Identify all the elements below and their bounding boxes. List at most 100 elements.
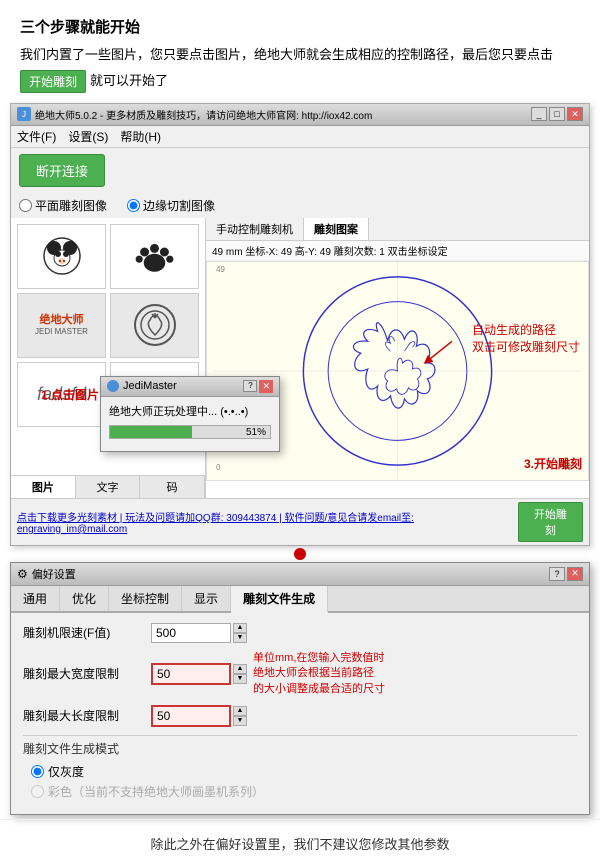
pref-tab-coordinate[interactable]: 坐标控制	[109, 586, 182, 611]
window-title: 绝地大师5.0.2 - 更多材质及雕刻技巧，请访问绝地大师官网: http://…	[35, 107, 372, 122]
thumbnail-circle-logo[interactable]	[110, 293, 199, 358]
pref-input-width-container: ▲ ▼ 单位mm,在您输入完数值时绝地大师会根据当前路径的大小调整成最合适的尺寸	[151, 651, 577, 697]
radio-edge-cut[interactable]: 边缘切割图像	[127, 197, 215, 214]
thumbnail-jedimaster[interactable]: 绝地大师 JEDI MASTER	[17, 293, 106, 358]
top-desc-before: 我们内置了一些图片，您只要点击图片，绝地大师就会生成相应的控制路径，最后您只要点…	[20, 45, 553, 66]
top-description: 我们内置了一些图片，您只要点击图片，绝地大师就会生成相应的控制路径，最后您只要点…	[20, 45, 580, 93]
app-window: J 绝地大师5.0.2 - 更多材质及雕刻技巧，请访问绝地大师官网: http:…	[10, 103, 590, 546]
svg-text:49: 49	[216, 265, 225, 274]
pref-input-length-container: ▲ ▼	[151, 705, 577, 727]
connector-dot	[294, 548, 306, 560]
pref-spin-length: ▲ ▼	[233, 706, 247, 726]
pref-label-max-width: 雕刻最大宽度限制	[23, 665, 143, 682]
tab-images[interactable]: 图片	[11, 476, 76, 498]
progress-bar-fill	[110, 426, 192, 438]
menu-file[interactable]: 文件(F)	[17, 128, 56, 145]
pref-tab-general[interactable]: 通用	[11, 586, 60, 611]
inline-start-engrave-button[interactable]: 开始雕刻	[20, 70, 86, 93]
step3-label: 3.开始雕刻	[524, 455, 582, 472]
radio-flat-engrave[interactable]: 平面雕刻图像	[19, 197, 107, 214]
progress-bar-container: 51%	[109, 425, 271, 439]
top-desc-after: 就可以开始了	[90, 71, 168, 92]
right-panel: 手动控制雕刻机 雕刻图案 49 mm 坐标-X: 49 高-Y: 49 雕刻次数…	[206, 218, 589, 498]
pref-tab-engrave-file[interactable]: 雕刻文件生成	[231, 586, 328, 613]
pref-row-max-length: 雕刻最大长度限制 ▲ ▼	[23, 705, 577, 727]
window-titlebar: J 绝地大师5.0.2 - 更多材质及雕刻技巧，请访问绝地大师官网: http:…	[11, 104, 589, 126]
menu-settings[interactable]: 设置(S)	[68, 128, 108, 145]
circle-logo-svg	[130, 300, 180, 350]
connect-button[interactable]: 断开连接	[19, 154, 105, 187]
coordinate-display: 49 mm 坐标-X: 49 高-Y: 49 雕刻次数: 1 双击坐标设定	[212, 243, 448, 258]
left-panel: 绝地大师 JEDI MASTER	[11, 218, 206, 498]
tab-code[interactable]: 码	[140, 476, 205, 498]
pref-help-button[interactable]: ?	[549, 567, 565, 581]
pref-tabs: 通用 优化 坐标控制 显示 雕刻文件生成	[11, 586, 589, 613]
right-tabs: 手动控制雕刻机 雕刻图案	[206, 218, 589, 241]
spin-up-speed[interactable]: ▲	[233, 623, 247, 633]
main-content: 绝地大师 JEDI MASTER	[11, 218, 589, 498]
app-icon: J	[17, 107, 31, 121]
pref-dialog-title: 偏好设置	[32, 566, 76, 582]
tab-text[interactable]: 文字	[76, 476, 141, 498]
pref-radio-grayscale[interactable]: 仅灰度	[31, 763, 577, 780]
pref-row-max-width: 雕刻最大宽度限制 ▲ ▼ 单位mm,在您输入完数值时绝地大师会根据当前路径的大小…	[23, 651, 577, 697]
connector-area	[0, 548, 600, 560]
progress-text: 绝地大师正玩处理中... (•.•..•)	[109, 405, 271, 419]
toolbar: 断开连接	[11, 148, 589, 193]
menu-help[interactable]: 帮助(H)	[120, 128, 161, 145]
progress-dialog: JediMaster ? ✕ 绝地大师正玩处理中... (•.•..•) 51%	[100, 376, 280, 452]
auto-path-label: 自动生成的路径 双击可修改雕刻尺寸	[472, 322, 580, 356]
pref-input-speed[interactable]	[151, 623, 231, 643]
pref-input-speed-container: ▲ ▼	[151, 623, 577, 643]
minimize-button[interactable]: _	[531, 107, 547, 121]
pref-spin-speed: ▲ ▼	[233, 623, 247, 643]
pref-titlebar: ⚙ 偏好设置 ? ✕	[11, 563, 589, 586]
close-button[interactable]: ✕	[567, 107, 583, 121]
pref-note: 单位mm,在您输入完数值时绝地大师会根据当前路径的大小调整成最合适的尺寸	[253, 651, 577, 697]
tab-manual-control[interactable]: 手动控制雕刻机	[206, 218, 304, 240]
right-controls-bar: 49 mm 坐标-X: 49 高-Y: 49 雕刻次数: 1 双击坐标设定	[206, 241, 589, 261]
spin-up-width[interactable]: ▲	[233, 664, 247, 674]
thumbnail-paw[interactable]	[110, 224, 199, 289]
progress-titlebar: JediMaster ? ✕	[101, 377, 279, 397]
progress-close-button[interactable]: ✕	[259, 380, 273, 393]
spin-up-length[interactable]: ▲	[233, 706, 247, 716]
pref-icon: ⚙	[17, 567, 28, 581]
tab-engrave-pattern[interactable]: 雕刻图案	[304, 218, 369, 240]
start-engrave-main-button[interactable]: 开始雕刻	[518, 502, 583, 542]
spin-down-length[interactable]: ▼	[233, 716, 247, 726]
window-controls: _ □ ✕	[531, 107, 583, 121]
image-mode-group: 平面雕刻图像 边缘切割图像	[11, 193, 589, 218]
pref-tab-optimize[interactable]: 优化	[60, 586, 109, 611]
progress-help-button[interactable]: ?	[243, 380, 257, 392]
svg-text:0: 0	[216, 463, 221, 472]
pref-section-label: 雕刻文件生成模式	[23, 740, 577, 757]
top-title: 三个步骤就能开始	[20, 16, 580, 37]
pref-label-max-length: 雕刻最大长度限制	[23, 707, 143, 724]
pref-tab-display[interactable]: 显示	[182, 586, 231, 611]
pref-close-button[interactable]: ✕	[567, 567, 583, 581]
bottom-note: 除此之外在偏好设置里，我们不建议您修改其他参数	[0, 819, 600, 867]
panda-svg	[37, 231, 87, 281]
menubar: 文件(F) 设置(S) 帮助(H)	[11, 126, 589, 148]
progress-body: 绝地大师正玩处理中... (•.•..•) 51%	[101, 397, 279, 451]
progress-percent: 51%	[246, 426, 266, 440]
label-click-image: 1.点击图片	[41, 386, 99, 403]
maximize-button[interactable]: □	[549, 107, 565, 121]
pref-radio-color: 彩色（当前不支持绝地大师画墨机系列）	[31, 783, 577, 800]
thumbnail-panda[interactable]	[17, 224, 106, 289]
preference-dialog: ⚙ 偏好设置 ? ✕ 通用 优化 坐标控制 显示 雕刻文件生成 雕刻机限速(F值…	[10, 562, 590, 815]
pref-radio-group: 仅灰度 彩色（当前不支持绝地大师画墨机系列）	[23, 763, 577, 800]
pref-spin-width: ▲ ▼	[233, 664, 247, 684]
spin-down-width[interactable]: ▼	[233, 674, 247, 684]
pref-input-max-length[interactable]	[151, 705, 231, 727]
progress-dialog-icon	[107, 380, 119, 392]
pref-row-speed: 雕刻机限速(F值) ▲ ▼	[23, 623, 577, 643]
pref-controls: ? ✕	[549, 567, 583, 581]
bottom-link[interactable]: 点击下载更多光刻素材 | 玩法及问题请加QQ群: 309443874 | 软件问…	[17, 509, 518, 535]
spin-down-speed[interactable]: ▼	[233, 633, 247, 643]
top-section: 三个步骤就能开始 我们内置了一些图片，您只要点击图片，绝地大师就会生成相应的控制…	[0, 0, 600, 103]
separator	[23, 735, 577, 736]
pref-input-max-width[interactable]	[151, 663, 231, 685]
pref-content: 雕刻机限速(F值) ▲ ▼ 雕刻最大宽度限制 ▲ ▼ 单位mm,在您输入完数值时…	[11, 613, 589, 814]
